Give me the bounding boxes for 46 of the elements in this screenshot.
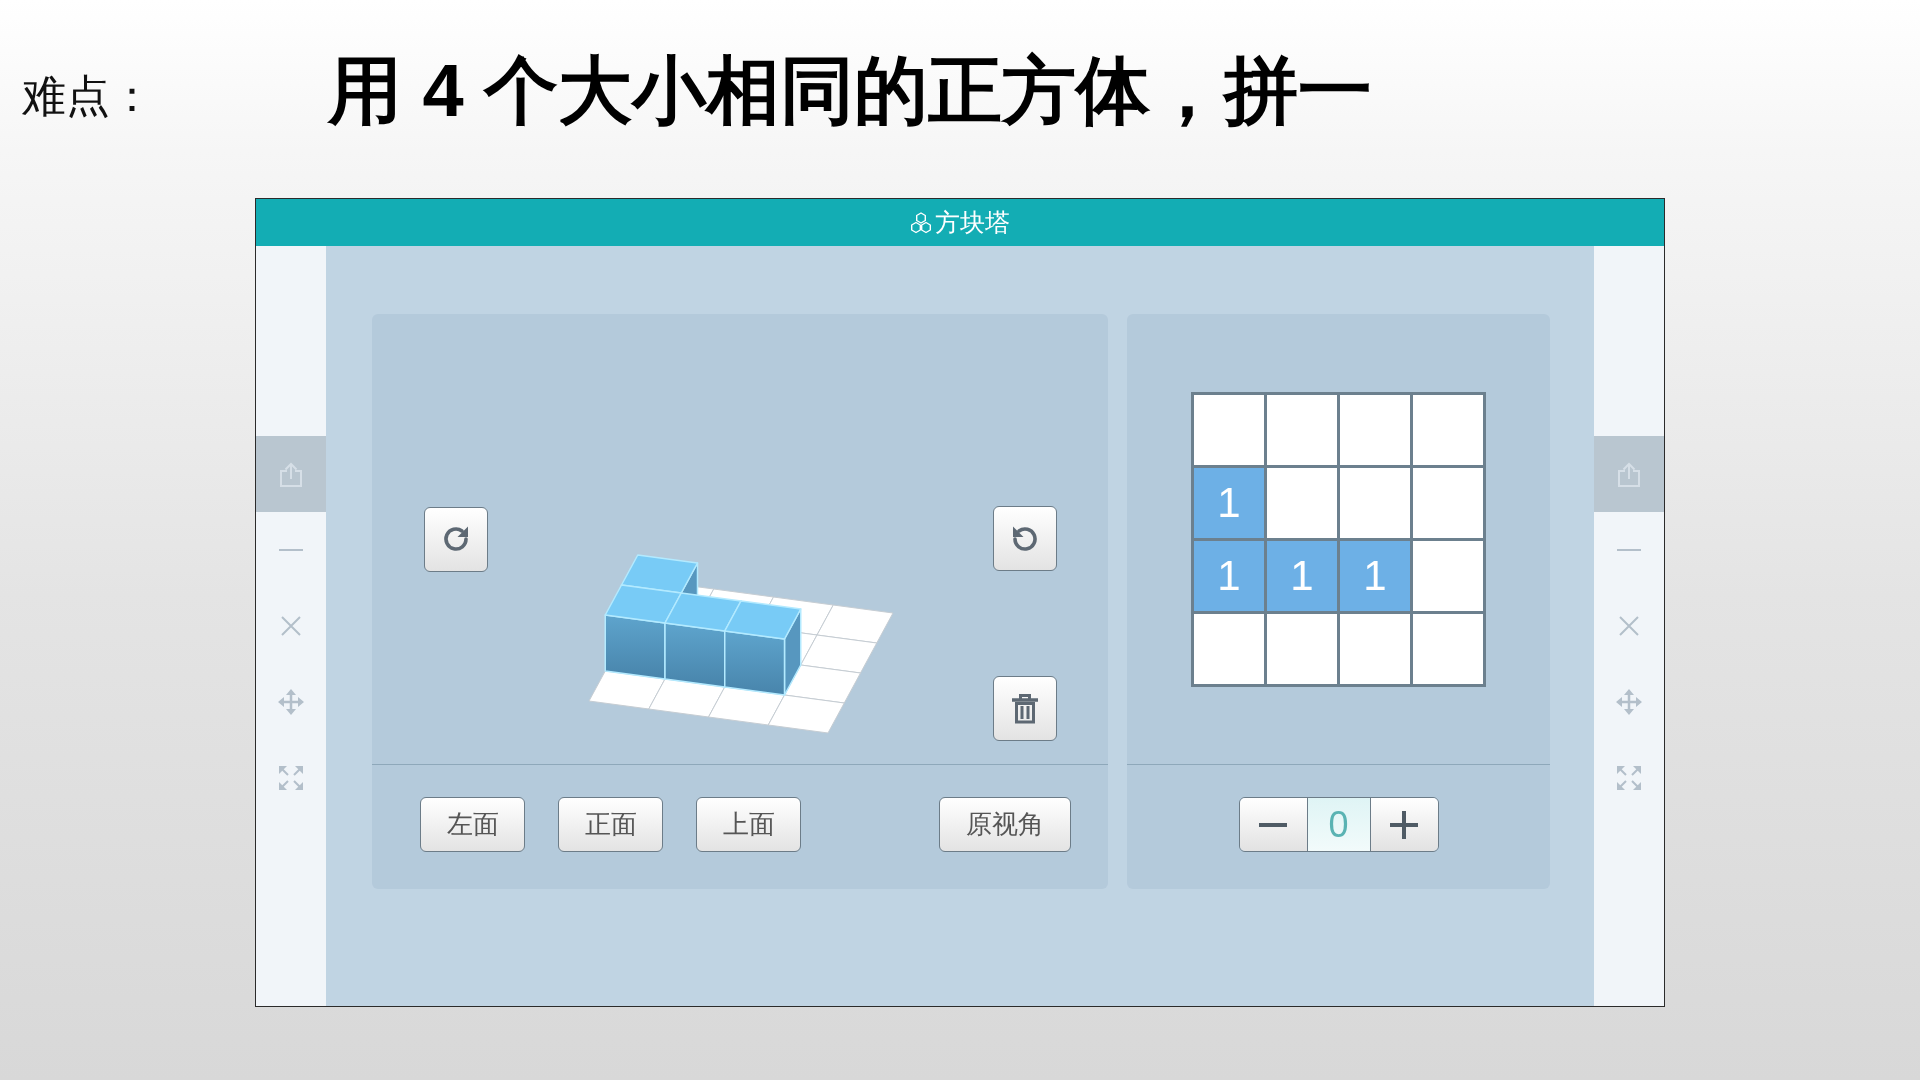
grid-cell[interactable]	[1267, 467, 1337, 538]
fullscreen-icon	[1617, 766, 1641, 790]
grid-cell[interactable]	[1413, 613, 1483, 684]
plus-icon	[1390, 810, 1418, 839]
rotate-counterclockwise-button[interactable]	[993, 506, 1057, 571]
view-button[interactable]: 上面	[696, 797, 801, 852]
increment-button[interactable]	[1370, 798, 1438, 851]
reset-view-button[interactable]: 原视角	[939, 797, 1071, 852]
grid-cell[interactable]	[1267, 613, 1337, 684]
close-icon	[281, 616, 301, 636]
fullscreen-icon	[279, 766, 303, 790]
rotate-clockwise-button[interactable]	[424, 506, 488, 572]
decrement-button[interactable]	[1239, 798, 1307, 851]
minus-icon	[1259, 822, 1287, 827]
move-icon	[278, 689, 304, 715]
grid-cell[interactable]	[1340, 467, 1410, 538]
delete-button[interactable]	[993, 676, 1057, 741]
clockwise-arrow-icon	[441, 524, 471, 554]
share-button[interactable]	[256, 436, 326, 512]
slide-title: 用 4 个大小相同的正方体，拼一	[328, 52, 1373, 130]
grid-cell[interactable]	[1413, 540, 1483, 611]
grid-cell[interactable]	[1267, 394, 1337, 465]
minimize-icon	[279, 549, 303, 551]
grid-cell[interactable]	[1413, 394, 1483, 465]
grid-cell[interactable]: 1	[1340, 540, 1410, 611]
view-button[interactable]: 正面	[558, 797, 663, 852]
slide-label: 难点：	[22, 72, 154, 121]
grid-cell[interactable]	[1194, 613, 1264, 684]
grid-cell[interactable]	[1413, 467, 1483, 538]
share-icon	[279, 461, 303, 487]
count-field[interactable]: 0	[1306, 798, 1371, 851]
grid-cell[interactable]: 1	[1194, 540, 1264, 611]
grid-cell[interactable]: 1	[1267, 540, 1337, 611]
close-icon	[1619, 616, 1639, 636]
trash-icon	[1012, 693, 1038, 724]
share-icon	[1617, 461, 1641, 487]
grid-cell[interactable]: 1	[1194, 467, 1264, 538]
share-button[interactable]	[1594, 436, 1664, 512]
grid-cell[interactable]	[1340, 613, 1410, 684]
cubes-icon	[910, 211, 932, 234]
app-title: 方块塔	[935, 210, 1010, 235]
view-button[interactable]: 左面	[420, 797, 525, 852]
grid-cell[interactable]	[1194, 394, 1264, 465]
minimize-icon	[1617, 549, 1641, 551]
move-icon	[1616, 689, 1642, 715]
grid-cell[interactable]	[1340, 394, 1410, 465]
